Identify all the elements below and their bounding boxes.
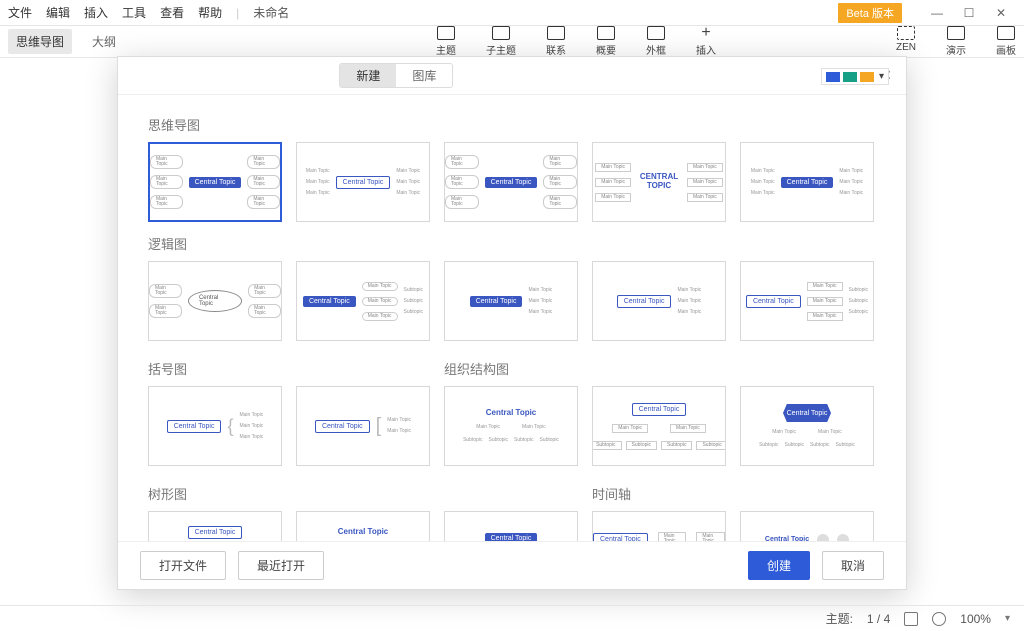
template-org-1[interactable]: Central Topic Main TopicMain Topic Subto… — [444, 386, 578, 466]
template-timeline-1[interactable]: Central Topic Main Topic Main Topic — [592, 511, 726, 541]
template-tree-3[interactable]: Central Topic — [444, 511, 578, 541]
recent-button[interactable]: 最近打开 — [238, 551, 324, 580]
menu-help[interactable]: 帮助 — [198, 4, 222, 21]
template-logic-5[interactable]: Central Topic Main TopicMain TopicMain T… — [740, 261, 874, 341]
chevron-down-icon: ▾ — [879, 71, 884, 82]
template-mindmap-4[interactable]: Main TopicMain TopicMain Topic CENTRAL T… — [592, 142, 726, 222]
color-theme-picker[interactable]: ▾ — [821, 68, 889, 85]
fit-icon[interactable] — [904, 612, 918, 626]
zoom-icon[interactable] — [932, 612, 946, 626]
template-mindmap-1[interactable]: Main TopicMain TopicMain Topic Central T… — [148, 142, 282, 222]
menu-tools[interactable]: 工具 — [122, 4, 146, 21]
template-logic-1[interactable]: Main TopicMain Topic Central Topic Main … — [148, 261, 282, 341]
dialog-header: 新建 图库 ✕ — [118, 57, 906, 95]
template-dialog-overlay: 新建 图库 ✕ 思维导图 Main TopicMain TopicMain To… — [0, 30, 1024, 631]
template-timeline-2[interactable]: Central Topic — [740, 511, 874, 541]
status-topic-count: 1 / 4 — [867, 612, 890, 626]
create-button[interactable]: 创建 — [748, 551, 810, 580]
template-mindmap-5[interactable]: Main TopicMain TopicMain Topic Central T… — [740, 142, 874, 222]
template-tree-1[interactable]: Central Topic Main TopicMain Topic — [148, 511, 282, 541]
window-close[interactable]: ✕ — [986, 2, 1016, 24]
window-maximize[interactable]: ☐ — [954, 2, 984, 24]
status-topic-label: 主题: — [826, 610, 853, 627]
template-dialog: 新建 图库 ✕ 思维导图 Main TopicMain TopicMain To… — [117, 56, 907, 590]
chevron-down-icon[interactable]: ▾ — [1005, 613, 1010, 624]
template-org-3[interactable]: Central Topic Main TopicMain Topic Subto… — [740, 386, 874, 466]
section-title-tree: 树形图 — [148, 484, 578, 503]
template-logic-3[interactable]: Central Topic Main TopicMain TopicMain T… — [444, 261, 578, 341]
template-bracket-2[interactable]: Central Topic [ Main TopicMain Topic — [296, 386, 430, 466]
cancel-button[interactable]: 取消 — [822, 551, 884, 580]
template-org-2[interactable]: Central Topic Main TopicMain Topic Subto… — [592, 386, 726, 466]
section-title-logic: 逻辑图 — [148, 234, 876, 253]
template-tree-2[interactable]: Central Topic Main Topic — [296, 511, 430, 541]
menu-edit[interactable]: 编辑 — [46, 4, 70, 21]
open-file-button[interactable]: 打开文件 — [140, 551, 226, 580]
hexagon-central: Central Topic — [783, 404, 831, 422]
template-bracket-1[interactable]: Central Topic { Main TopicMain TopicMain… — [148, 386, 282, 466]
template-logic-4[interactable]: Central Topic Main TopicMain TopicMain T… — [592, 261, 726, 341]
template-mindmap-2[interactable]: Main TopicMain TopicMain Topic Central T… — [296, 142, 430, 222]
window-minimize[interactable]: — — [922, 2, 952, 24]
template-mindmap-3[interactable]: Main TopicMain TopicMain Topic Central T… — [444, 142, 578, 222]
menu-file[interactable]: 文件 — [8, 4, 32, 21]
dialog-footer: 打开文件 最近打开 创建 取消 — [118, 541, 906, 589]
document-title: 未命名 — [253, 4, 289, 21]
section-title-org: 组织结构图 — [444, 359, 509, 378]
menu-insert[interactable]: 插入 — [84, 4, 108, 21]
beta-badge: Beta 版本 — [838, 3, 902, 23]
swatch-teal — [843, 72, 857, 82]
swatch-blue — [826, 72, 840, 82]
section-title-bracket: 括号图 — [148, 359, 430, 378]
swatch-orange — [860, 72, 874, 82]
template-logic-2[interactable]: Central Topic Main TopicMain TopicMain T… — [296, 261, 430, 341]
dialog-tab-new[interactable]: 新建 — [340, 64, 396, 87]
dialog-body[interactable]: 思维导图 Main TopicMain TopicMain Topic Cent… — [118, 95, 906, 541]
app-menubar: 文件 编辑 插入 工具 查看 帮助 | 未命名 Beta 版本 — ☐ ✕ — [0, 0, 1024, 26]
section-title-mindmap: 思维导图 — [148, 115, 876, 134]
section-title-timeline: 时间轴 — [592, 484, 631, 503]
dialog-tab-gallery[interactable]: 图库 — [396, 64, 452, 87]
status-zoom[interactable]: 100% — [960, 612, 991, 626]
menu-view[interactable]: 查看 — [160, 4, 184, 21]
status-bar: 主题: 1 / 4 100% ▾ — [0, 605, 1024, 631]
